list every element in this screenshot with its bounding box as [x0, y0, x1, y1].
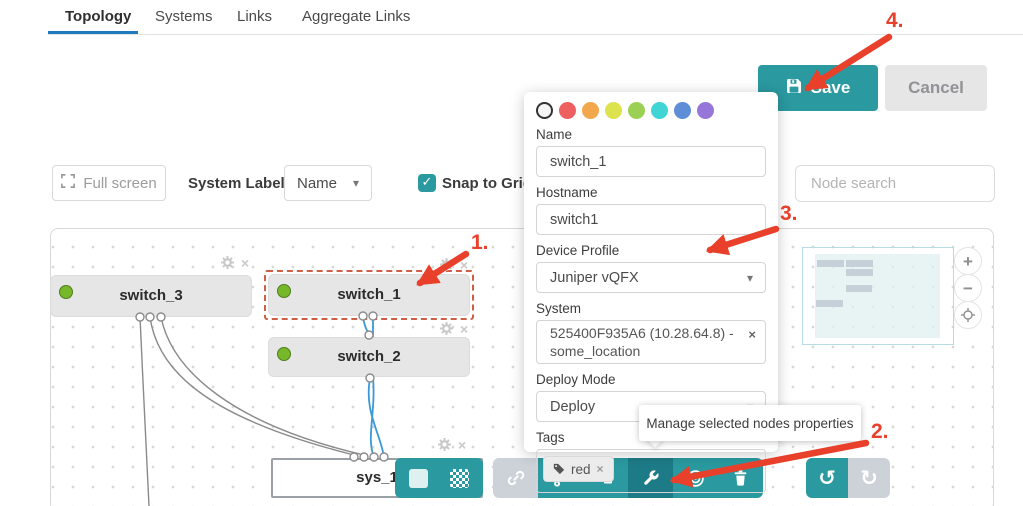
link-icon — [507, 470, 524, 486]
color-swatch-yellow[interactable] — [605, 102, 622, 119]
undo-button[interactable]: ↺ — [806, 458, 848, 498]
cancel-button[interactable]: Cancel — [885, 65, 987, 111]
recenter-button[interactable] — [954, 301, 982, 329]
tag-label: red — [571, 461, 591, 477]
name-field-label: Name — [536, 127, 573, 142]
node-status-dot — [277, 347, 291, 361]
remove-tag-icon[interactable]: × — [597, 462, 604, 476]
node-controls-switch3: × — [221, 256, 249, 270]
check-icon: ✓ — [421, 175, 433, 190]
zoom-in-button[interactable]: + — [954, 247, 982, 275]
gear-icon[interactable] — [440, 258, 453, 271]
snap-to-grid-checkbox[interactable]: ✓ — [418, 174, 436, 192]
system-field[interactable]: 525400F935A6 (10.28.64.8) - some_locatio… — [536, 320, 766, 364]
minimap-node — [846, 260, 873, 267]
topology-editor-page: Topology Systems Links Aggregate Links S… — [0, 0, 1023, 506]
full-screen-label: Full screen — [83, 174, 157, 192]
minimap-node — [816, 300, 843, 307]
undo-icon: ↺ — [818, 466, 836, 490]
close-icon[interactable]: × — [458, 438, 466, 452]
node-search — [795, 165, 1010, 202]
color-swatch-red[interactable] — [559, 102, 576, 119]
color-swatch-green[interactable] — [628, 102, 645, 119]
add-link-button[interactable] — [493, 458, 538, 498]
snap-to-grid-label: Snap to Grid — [442, 175, 532, 192]
node-properties-panel: Name Hostname Device Profile Juniper vQF… — [524, 92, 778, 493]
system-field-label: System — [536, 301, 582, 316]
minimap-node — [846, 269, 873, 276]
close-icon[interactable]: × — [460, 322, 468, 336]
full-screen-button[interactable]: Full screen — [52, 165, 166, 201]
solid-fill-icon[interactable] — [409, 468, 428, 488]
node-label: sys_1 — [356, 469, 398, 486]
device-profile-select[interactable]: Juniper vQFX ▾ — [536, 262, 766, 293]
node-label: switch_2 — [337, 348, 401, 365]
node-status-dot — [59, 285, 73, 299]
system-value: 525400F935A6 (10.28.64.8) - some_locatio… — [550, 325, 734, 359]
node-controls-switch2: × — [440, 322, 468, 336]
redo-icon: ↻ — [860, 466, 878, 490]
floppy-icon — [786, 78, 802, 99]
node-style-group — [395, 458, 483, 498]
zoom-out-button[interactable]: − — [954, 274, 982, 302]
crosshair-icon — [961, 308, 975, 322]
node-status-dot — [277, 284, 291, 298]
node-controls-switch1: × — [440, 258, 468, 272]
chevron-down-icon: ▾ — [746, 270, 753, 285]
system-label-dropdown[interactable]: Name ▾ — [284, 165, 372, 201]
gear-icon[interactable] — [440, 322, 453, 335]
hostname-field-label: Hostname — [536, 185, 598, 200]
tooltip: Manage selected nodes properties — [639, 405, 861, 441]
node-label: switch_3 — [119, 287, 183, 304]
annotation-label-3: 3. — [780, 202, 798, 225]
save-button-label: Save — [810, 78, 851, 97]
close-icon[interactable]: × — [241, 256, 249, 270]
node-switch-1[interactable]: switch_1 — [268, 274, 470, 316]
color-swatches — [536, 102, 766, 119]
minimap-node — [817, 260, 844, 267]
color-swatch-none[interactable] — [536, 102, 553, 119]
node-label: switch_1 — [337, 286, 401, 303]
minimap-node — [846, 285, 872, 292]
redo-button[interactable]: ↻ — [848, 458, 890, 498]
deploy-mode-value: Deploy — [550, 398, 596, 415]
color-swatch-blue[interactable] — [674, 102, 691, 119]
name-field[interactable] — [536, 146, 766, 177]
cancel-button-label: Cancel — [908, 78, 964, 97]
device-profile-value: Juniper vQFX — [550, 269, 639, 286]
color-swatch-purple[interactable] — [697, 102, 714, 119]
close-icon[interactable]: × — [460, 258, 468, 272]
pattern-fill-icon[interactable] — [450, 468, 469, 488]
annotation-label-1: 1. — [471, 231, 489, 254]
tab-topology[interactable]: Topology — [65, 8, 131, 25]
color-swatch-cyan[interactable] — [651, 102, 668, 119]
node-switch-3[interactable]: switch_3 — [50, 275, 252, 317]
gear-icon[interactable] — [438, 438, 451, 451]
annotation-label-4: 4. — [886, 9, 904, 32]
tag-chip: red × — [543, 456, 614, 482]
node-switch-2[interactable]: switch_2 — [268, 337, 470, 377]
annotation-label-2: 2. — [871, 420, 889, 443]
tag-icon — [553, 463, 565, 475]
tab-bar-divider — [48, 34, 1023, 35]
system-label-dropdown-value: Name — [297, 174, 338, 192]
node-controls-sys1: × — [438, 438, 466, 452]
system-label-caption: System Label — [188, 175, 285, 192]
color-swatch-orange[interactable] — [582, 102, 599, 119]
device-profile-label: Device Profile — [536, 243, 620, 258]
tags-field[interactable]: red × — [536, 449, 766, 493]
tooltip-text: Manage selected nodes properties — [646, 415, 854, 431]
gear-icon[interactable] — [221, 256, 234, 269]
tab-links[interactable]: Links — [237, 8, 272, 25]
tab-systems[interactable]: Systems — [155, 8, 213, 25]
deploy-mode-label: Deploy Mode — [536, 372, 616, 387]
close-icon[interactable]: × — [748, 326, 756, 344]
hostname-field[interactable] — [536, 204, 766, 235]
tab-aggregate-links[interactable]: Aggregate Links — [302, 8, 410, 25]
node-search-input[interactable] — [796, 175, 1010, 192]
chevron-down-icon: ▾ — [352, 176, 359, 190]
fullscreen-icon — [61, 174, 76, 192]
